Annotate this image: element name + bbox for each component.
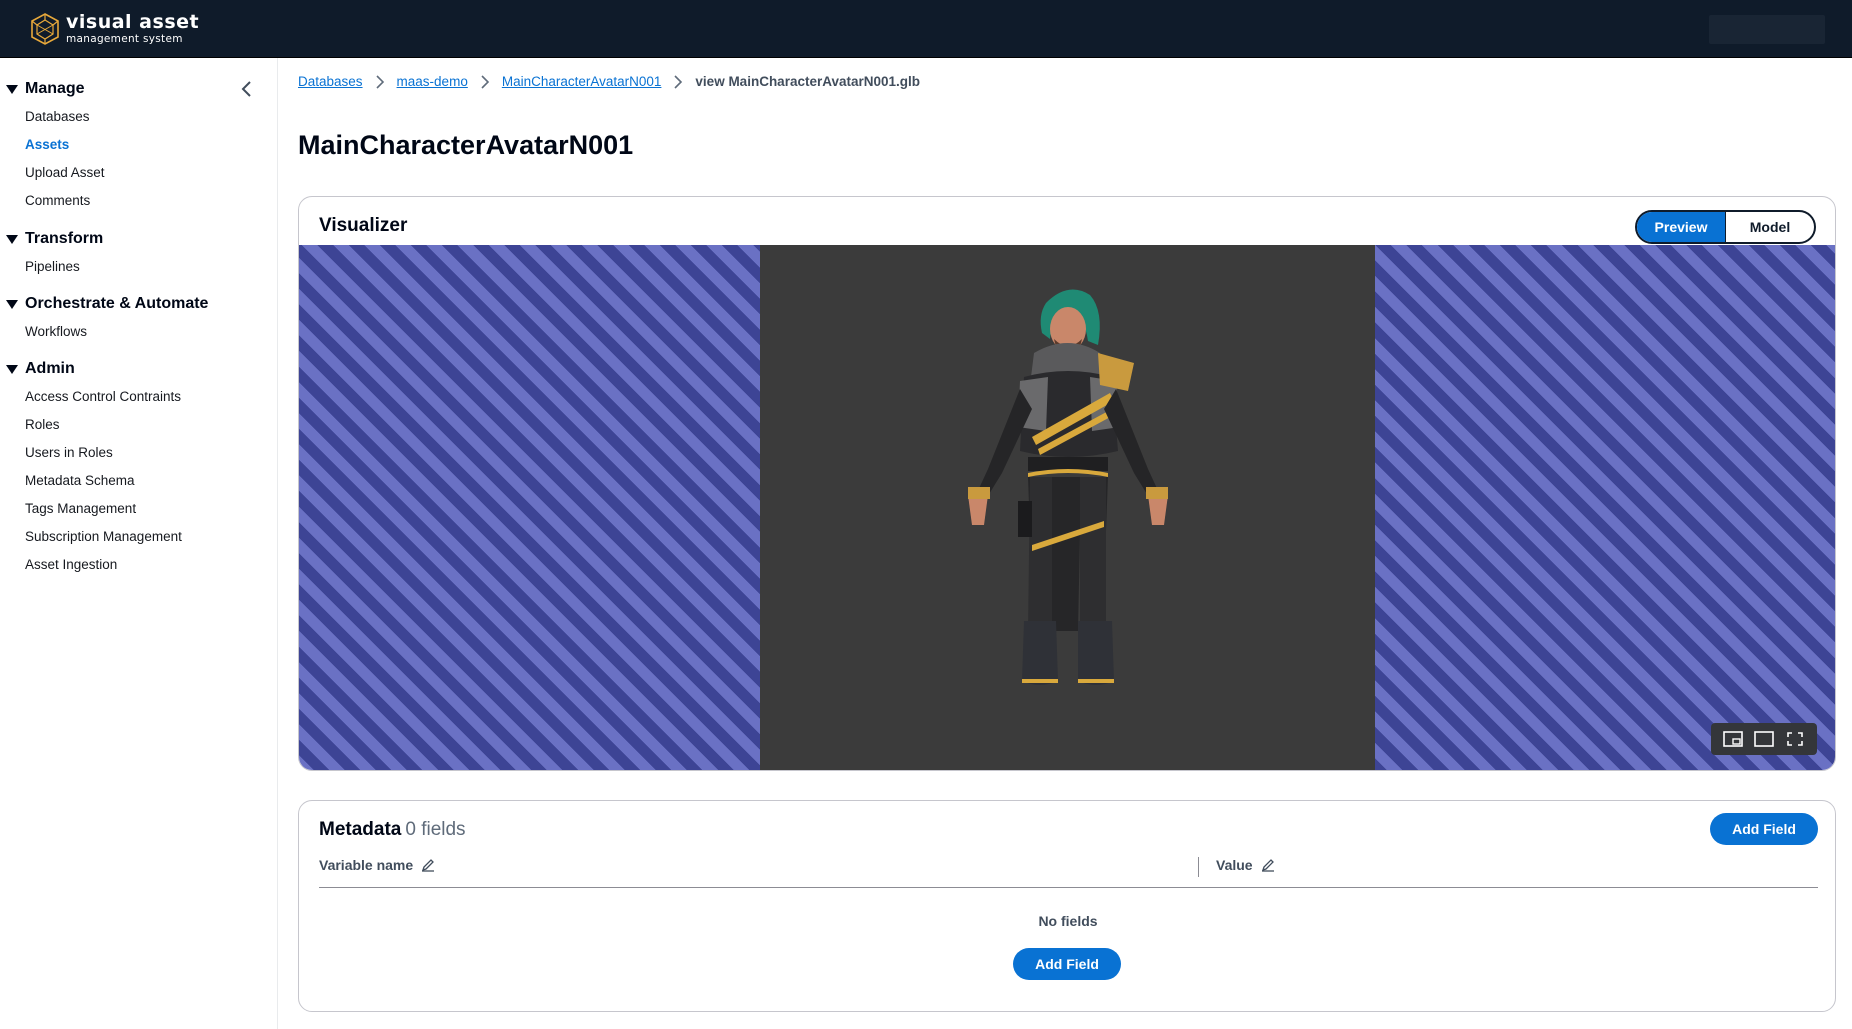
chevron-right-icon: [674, 74, 683, 89]
viewport-toolbar: [1711, 723, 1817, 755]
nav-section-header[interactable]: Orchestrate & Automate: [6, 293, 208, 315]
preview-viewport[interactable]: [299, 245, 1835, 770]
view-mode-toggle: Preview Model: [1635, 210, 1816, 244]
sidebar-item-databases[interactable]: Databases: [6, 103, 105, 131]
sidebar-item-tags-management[interactable]: Tags Management: [6, 495, 182, 523]
metadata-field-count: 0 fields: [405, 819, 466, 840]
nav-section-admin: Admin Access Control Contraints Roles Us…: [6, 358, 182, 579]
character-avatar-preview: [968, 289, 1168, 685]
top-navigation: visual asset management system: [0, 0, 1852, 58]
column-header-variable-name[interactable]: Variable name: [319, 857, 435, 873]
column-header-value[interactable]: Value: [1216, 857, 1275, 873]
nav-section-header[interactable]: Admin: [6, 358, 182, 380]
fullscreen-icon[interactable]: [1784, 730, 1806, 748]
sidebar-item-metadata-schema[interactable]: Metadata Schema: [6, 467, 182, 495]
preview-stage: [760, 245, 1375, 770]
model-mode-button[interactable]: Model: [1725, 212, 1814, 242]
sidebar-item-subscription-management[interactable]: Subscription Management: [6, 523, 182, 551]
caret-down-icon: [6, 364, 18, 374]
breadcrumb: Databases maas-demo MainCharacterAvatarN…: [298, 74, 920, 89]
sidebar-item-comments[interactable]: Comments: [6, 187, 105, 215]
empty-add-field-button[interactable]: Add Field: [1013, 948, 1121, 980]
chevron-right-icon: [375, 74, 384, 89]
sidebar-item-workflows[interactable]: Workflows: [6, 318, 208, 346]
add-field-button[interactable]: Add Field: [1710, 813, 1818, 845]
sidebar-item-users-in-roles[interactable]: Users in Roles: [6, 439, 182, 467]
nav-section-manage: Manage Databases Assets Upload Asset Com…: [6, 78, 105, 215]
caret-down-icon: [6, 234, 18, 244]
empty-state-text: No fields: [1038, 913, 1098, 929]
logo-title: visual asset: [66, 11, 200, 34]
side-navigation: Manage Databases Assets Upload Asset Com…: [0, 58, 278, 1029]
edit-pencil-icon: [422, 859, 435, 872]
picture-in-picture-icon[interactable]: [1722, 730, 1744, 748]
sidebar-item-asset-ingestion[interactable]: Asset Ingestion: [6, 551, 182, 579]
breadcrumb-asset[interactable]: MainCharacterAvatarN001: [502, 74, 662, 89]
user-menu-button[interactable]: [1709, 15, 1825, 44]
chevron-right-icon: [481, 74, 489, 89]
metadata-card: Metadata 0 fields Add Field Variable name…: [298, 800, 1836, 1012]
nav-section-orchestrate: Orchestrate & Automate Workflows: [6, 293, 208, 346]
collapse-sidebar-icon[interactable]: [236, 78, 258, 100]
nav-section-header[interactable]: Manage: [6, 78, 105, 100]
visualizer-card: Visualizer Preview Model: [298, 196, 1836, 771]
breadcrumb-database[interactable]: maas-demo: [397, 74, 468, 89]
sidebar-item-pipelines[interactable]: Pipelines: [6, 253, 103, 281]
nav-section-title: Manage: [25, 80, 85, 97]
sidebar-item-upload-asset[interactable]: Upload Asset: [6, 159, 105, 187]
metadata-header: Metadata 0 fields: [319, 819, 466, 841]
sidebar-item-assets[interactable]: Assets: [6, 131, 105, 159]
logo-icon: [31, 13, 59, 45]
app-logo[interactable]: visual asset management system: [28, 12, 199, 46]
preview-mode-button[interactable]: Preview: [1637, 212, 1725, 242]
caret-down-icon: [6, 299, 18, 309]
column-label: Variable name: [319, 857, 414, 873]
breadcrumb-current: view MainCharacterAvatarN001.glb: [695, 74, 921, 89]
window-icon[interactable]: [1753, 730, 1775, 748]
logo-subtitle: management system: [66, 33, 183, 46]
table-header-divider: [319, 887, 1818, 888]
visualizer-title: Visualizer: [319, 215, 408, 236]
nav-section-title: Orchestrate & Automate: [25, 295, 209, 312]
edit-pencil-icon: [1261, 859, 1274, 872]
column-divider: [1198, 857, 1199, 877]
nav-section-title: Admin: [25, 360, 75, 377]
column-label: Value: [1216, 857, 1253, 873]
metadata-title: Metadata: [319, 819, 402, 840]
nav-section-transform: Transform Pipelines: [6, 228, 103, 281]
sidebar-item-roles[interactable]: Roles: [6, 411, 182, 439]
nav-section-header[interactable]: Transform: [6, 228, 103, 250]
sidebar-item-access-control[interactable]: Access Control Contraints: [6, 383, 182, 411]
page-title: MainCharacterAvatarN001: [298, 130, 634, 160]
caret-down-icon: [6, 84, 18, 94]
nav-section-title: Transform: [25, 230, 104, 247]
breadcrumb-databases[interactable]: Databases: [298, 74, 363, 89]
